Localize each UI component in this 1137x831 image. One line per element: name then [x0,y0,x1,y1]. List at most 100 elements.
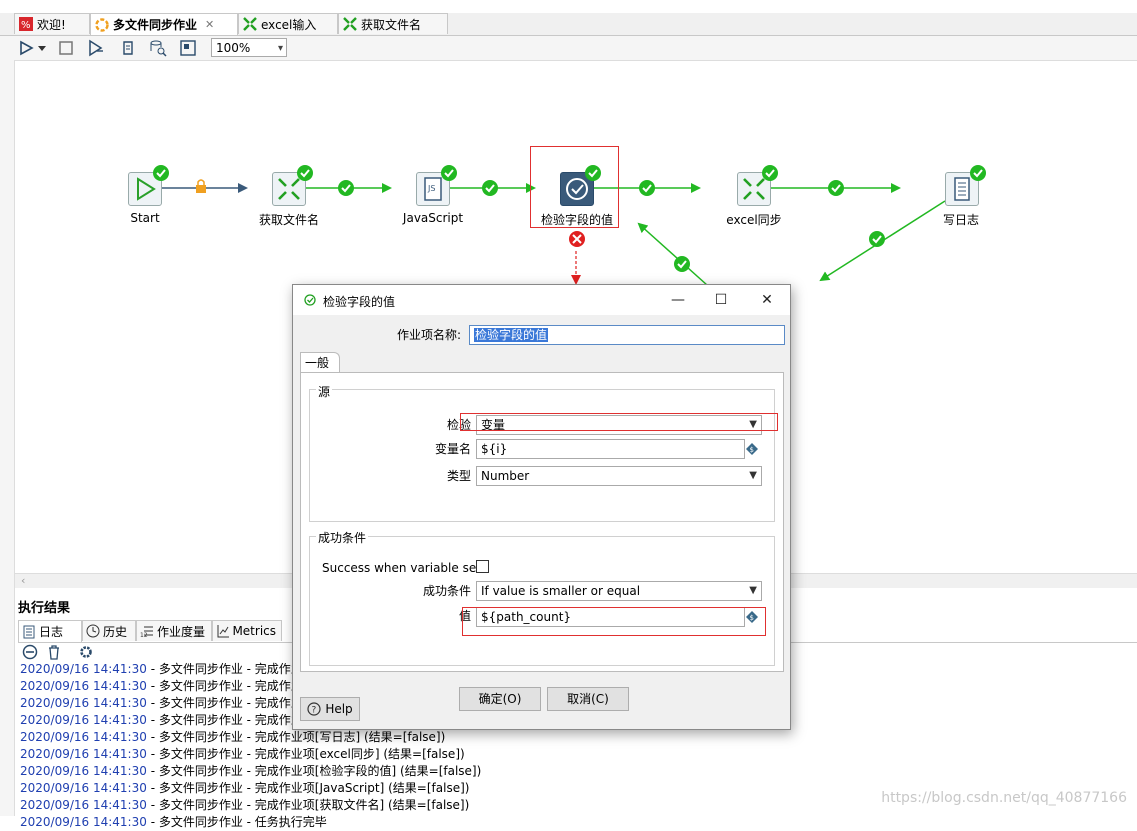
check-icon [639,180,655,196]
explore-db-icon[interactable] [178,38,198,58]
tab-get-filenames[interactable]: 获取文件名 [338,13,448,34]
success-group [309,536,775,666]
log-message: - 多文件同步作业 - 完成作业 [146,713,303,727]
type-value: Number [481,469,530,483]
log-timestamp: 2020/09/16 14:41:30 [20,781,147,795]
job-entry-name-input[interactable]: 检验字段的值 [469,325,785,345]
replay-icon[interactable] [118,38,138,58]
list-icon: 12 [140,626,153,638]
hop-return-check[interactable] [637,222,708,286]
svg-text:12: 12 [140,632,148,638]
tab-metrics[interactable]: Metrics [212,620,282,641]
log-line: 2020/09/16 14:41:30 - 多文件同步作业 - 完成作业项[检验… [20,763,1137,780]
log-timestamp: 2020/09/16 14:41:30 [20,798,147,812]
svg-text:JS: JS [427,184,435,193]
tab-label: 一般 [305,356,330,370]
close-icon[interactable]: ✕ [205,18,214,31]
log-timestamp: 2020/09/16 14:41:30 [20,713,147,727]
highlight-box [460,413,778,431]
log-message: - 多文件同步作业 - 完成作业项[写日志] (结果=[false]) [146,730,446,744]
left-panel-edge [0,36,15,816]
lock-icon [196,179,206,193]
trash-icon[interactable] [46,644,62,660]
tab-general[interactable]: 一般 [300,352,340,373]
log-timestamp: 2020/09/16 14:41:30 [20,764,147,778]
condition-label: 成功条件 [422,584,471,598]
ok-button[interactable]: 确定(O) [459,687,541,711]
tab-history[interactable]: 历史 [82,620,136,641]
log-message: - 多文件同步作业 - 完成作业 [146,679,303,693]
tab-job-metrics[interactable]: 12 作业度量 [136,620,212,641]
check-icon [297,165,313,181]
transformation-icon [243,17,257,31]
svg-text:%: % [21,20,31,31]
svg-text:$: $ [750,446,754,454]
check-icon [869,231,885,247]
log-message: - 多文件同步作业 - 完成作业 [146,696,303,710]
check-icon [762,165,778,181]
minimize-icon[interactable]: — [663,290,693,310]
type-select[interactable]: Number ▼ [476,466,762,486]
editor-tab-bar: % 欢迎! 多文件同步作业 ✕ excel输入 获取文件名 [0,13,1137,36]
cancel-button[interactable]: 取消(C) [547,687,629,711]
success-condition-select[interactable]: If value is smaller or equal ▼ [476,581,762,601]
check-icon [828,180,844,196]
clock-icon [86,624,100,638]
clear-icon[interactable] [22,644,38,660]
success-when-set-checkbox[interactable] [476,560,489,573]
node-label: Start [130,211,160,225]
log-icon [23,625,35,638]
help-icon: ? [307,702,321,716]
variable-name-value: ${i} [481,442,508,456]
check-icon [970,165,986,181]
help-button-label: Help [325,702,353,716]
check-circle-icon [304,294,316,306]
log-timestamp: 2020/09/16 14:41:30 [20,696,147,710]
settings-icon[interactable] [78,644,94,660]
pentaho-icon: % [19,17,33,31]
tab-log[interactable]: 日志 [18,620,82,642]
tab-label: 历史 [103,624,128,639]
run-icon[interactable] [16,38,36,58]
zoom-value: 100% [216,41,251,55]
job-icon [95,17,109,32]
variable-name-input[interactable]: ${i} [476,439,745,459]
results-title: 执行结果 [18,601,71,616]
check-field-dialog: 检验字段的值 — ☐ ✕ 作业项名称: 检验字段的值 一般 源 检验 变量 ▼ 变… [292,284,791,730]
sql-search-icon[interactable] [148,38,168,58]
help-button[interactable]: ? Help [300,697,360,721]
maximize-icon[interactable]: ☐ [706,290,736,310]
log-timestamp: 2020/09/16 14:41:30 [20,747,147,761]
check-icon [674,256,690,272]
tab-excel-input[interactable]: excel输入 [238,13,338,34]
chevron-down-icon: ▼ [749,585,757,596]
tab-label: 作业度量 [157,624,206,639]
tab-label: 日志 [39,625,64,639]
log-message: - 多文件同步作业 - 完成作业项[excel同步] (结果=[false]) [146,747,465,761]
variable-icon[interactable]: $ [746,443,758,455]
check-icon [441,165,457,181]
log-message: - 多文件同步作业 - 完成作业项[JavaScript] (结果=[false… [146,781,470,795]
log-timestamp: 2020/09/16 14:41:30 [20,662,147,676]
source-group-title: 源 [316,383,333,400]
close-icon[interactable]: ✕ [752,290,782,310]
chevron-down-icon[interactable] [36,38,48,58]
log-timestamp: 2020/09/16 14:41:30 [20,730,147,744]
svg-text:?: ? [312,706,317,716]
zoom-select[interactable]: 100% ▾ [211,38,287,57]
dialog-titlebar: 检验字段的值 — ☐ ✕ [293,285,790,315]
check-icon [482,180,498,196]
chart-icon [217,625,229,638]
tab-welcome[interactable]: % 欢迎! [14,13,90,34]
highlight-box [462,607,766,636]
success-group-title: 成功条件 [316,529,369,546]
ok-button-label: 确定(O) [478,692,522,706]
preview-icon[interactable] [86,38,106,58]
node-label: JavaScript [402,211,464,225]
tab-job[interactable]: 多文件同步作业 ✕ [90,13,238,35]
highlight-box [530,146,619,228]
success-condition-value: If value is smaller or equal [481,584,641,598]
chevron-left-icon[interactable]: ‹ [21,574,25,587]
chevron-down-icon: ▼ [749,470,757,481]
stop-icon[interactable] [56,38,76,58]
